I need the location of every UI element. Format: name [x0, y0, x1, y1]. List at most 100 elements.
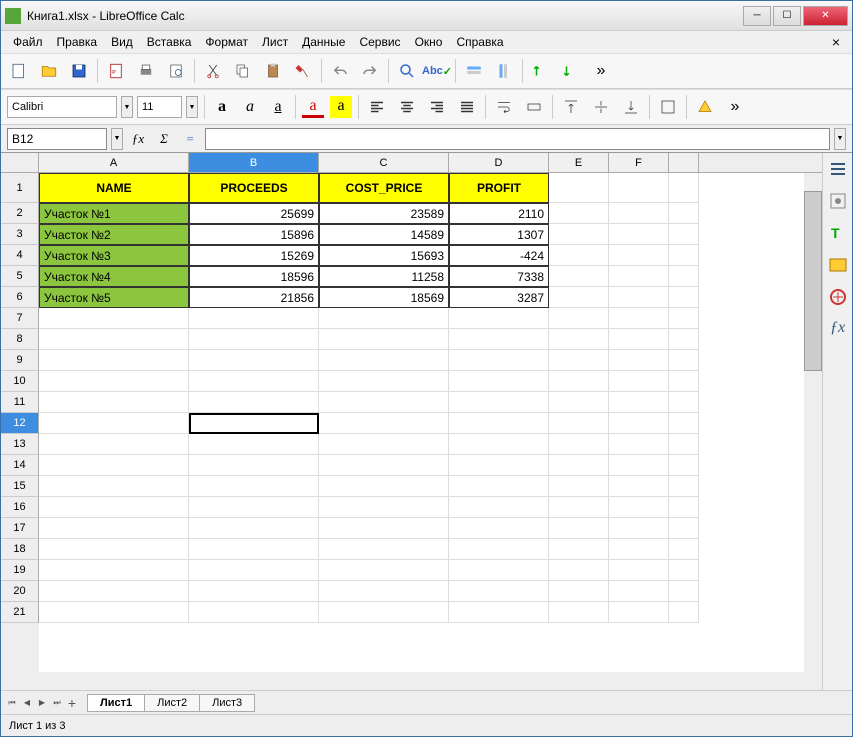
sort-asc-icon[interactable]: [529, 59, 553, 83]
cell[interactable]: COST_PRICE: [319, 173, 449, 203]
cell[interactable]: 7338: [449, 266, 549, 287]
cell[interactable]: [189, 413, 319, 434]
functions-icon[interactable]: ƒx: [828, 319, 848, 339]
cell[interactable]: [549, 287, 609, 308]
format-paintbrush-icon[interactable]: [291, 59, 315, 83]
font-size-input[interactable]: [137, 96, 182, 118]
print-preview-icon[interactable]: [164, 59, 188, 83]
cell[interactable]: [669, 392, 699, 413]
more-icon[interactable]: »: [723, 95, 747, 119]
row-header-2[interactable]: 2: [1, 203, 39, 224]
gallery-icon[interactable]: [828, 255, 848, 275]
conditional-format-icon[interactable]: [693, 95, 717, 119]
column-header-B[interactable]: B: [189, 153, 319, 172]
row-header-7[interactable]: 7: [1, 308, 39, 329]
cell[interactable]: [549, 392, 609, 413]
cell[interactable]: [319, 581, 449, 602]
save-icon[interactable]: [67, 59, 91, 83]
cell[interactable]: PROCEEDS: [189, 173, 319, 203]
cell[interactable]: [549, 224, 609, 245]
tab-next-icon[interactable]: ▶: [35, 695, 49, 711]
cell[interactable]: [549, 413, 609, 434]
close-button[interactable]: ✕: [803, 6, 848, 26]
cell[interactable]: [39, 350, 189, 371]
valign-bottom-icon[interactable]: [619, 95, 643, 119]
cell[interactable]: [549, 602, 609, 623]
cell[interactable]: [609, 434, 669, 455]
cell[interactable]: [609, 287, 669, 308]
valign-top-icon[interactable]: [559, 95, 583, 119]
cell[interactable]: [669, 287, 699, 308]
cell[interactable]: Участок №4: [39, 266, 189, 287]
cell[interactable]: 15896: [189, 224, 319, 245]
cell[interactable]: [39, 539, 189, 560]
row-header-10[interactable]: 10: [1, 371, 39, 392]
column-header-C[interactable]: C: [319, 153, 449, 172]
cell[interactable]: [609, 308, 669, 329]
cell[interactable]: [669, 266, 699, 287]
cell[interactable]: [669, 173, 699, 203]
cell[interactable]: [549, 245, 609, 266]
cell[interactable]: [449, 329, 549, 350]
document-close-icon[interactable]: ×: [826, 34, 846, 50]
tab-prev-icon[interactable]: ◀: [20, 695, 34, 711]
minimize-button[interactable]: ─: [743, 6, 771, 26]
sheet-tab-2[interactable]: Лист2: [144, 694, 200, 712]
sidebar-menu-icon[interactable]: [828, 159, 848, 179]
row-header-8[interactable]: 8: [1, 329, 39, 350]
row-header-11[interactable]: 11: [1, 392, 39, 413]
cell[interactable]: [669, 413, 699, 434]
spellcheck-icon[interactable]: Abc✓: [425, 59, 449, 83]
cell[interactable]: [609, 203, 669, 224]
cell[interactable]: [609, 476, 669, 497]
tab-first-icon[interactable]: ⏮: [5, 695, 19, 711]
cell[interactable]: [609, 455, 669, 476]
menu-sheet[interactable]: Лист: [256, 33, 294, 51]
cell[interactable]: [609, 560, 669, 581]
cell[interactable]: [319, 350, 449, 371]
cell[interactable]: [319, 308, 449, 329]
row-header-16[interactable]: 16: [1, 497, 39, 518]
cell[interactable]: [449, 497, 549, 518]
cell[interactable]: [449, 350, 549, 371]
cell[interactable]: [319, 329, 449, 350]
cell[interactable]: [319, 602, 449, 623]
font-name-dropdown-icon[interactable]: ▼: [121, 96, 133, 118]
cell[interactable]: [319, 560, 449, 581]
copy-icon[interactable]: [231, 59, 255, 83]
cell[interactable]: [669, 224, 699, 245]
cell[interactable]: [549, 581, 609, 602]
row-header-9[interactable]: 9: [1, 350, 39, 371]
bold-button[interactable]: a: [211, 96, 233, 118]
cell[interactable]: [669, 371, 699, 392]
find-icon[interactable]: [395, 59, 419, 83]
cell[interactable]: [189, 476, 319, 497]
row-header-19[interactable]: 19: [1, 560, 39, 581]
cell[interactable]: [319, 392, 449, 413]
maximize-button[interactable]: ☐: [773, 6, 801, 26]
cell[interactable]: [189, 518, 319, 539]
cell[interactable]: 2110: [449, 203, 549, 224]
cell[interactable]: [549, 434, 609, 455]
cell[interactable]: [549, 476, 609, 497]
borders-icon[interactable]: [656, 95, 680, 119]
row-header-6[interactable]: 6: [1, 287, 39, 308]
add-sheet-icon[interactable]: +: [65, 695, 79, 711]
align-center-icon[interactable]: [395, 95, 419, 119]
cell[interactable]: [39, 518, 189, 539]
redo-icon[interactable]: [358, 59, 382, 83]
menu-view[interactable]: Вид: [105, 33, 139, 51]
column-header-[interactable]: [669, 153, 699, 172]
row-header-13[interactable]: 13: [1, 434, 39, 455]
cell[interactable]: 3287: [449, 287, 549, 308]
cell[interactable]: [669, 560, 699, 581]
menu-help[interactable]: Справка: [450, 33, 509, 51]
cell[interactable]: 18596: [189, 266, 319, 287]
cell[interactable]: [669, 476, 699, 497]
cell[interactable]: [609, 266, 669, 287]
cell[interactable]: 15693: [319, 245, 449, 266]
cell[interactable]: NAME: [39, 173, 189, 203]
menu-insert[interactable]: Вставка: [141, 33, 198, 51]
cell[interactable]: [609, 329, 669, 350]
styles-icon[interactable]: T: [828, 223, 848, 243]
